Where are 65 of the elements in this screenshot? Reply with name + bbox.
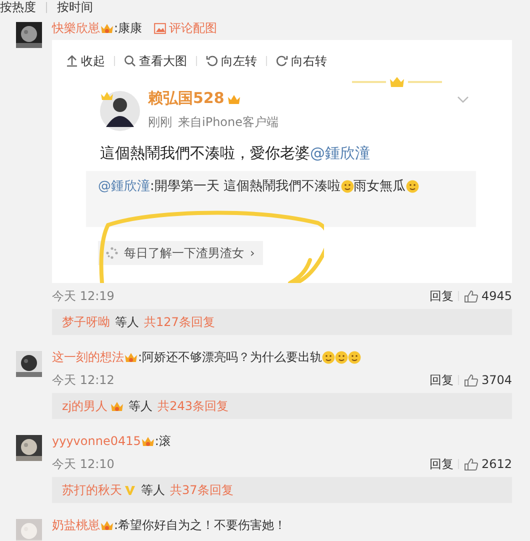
others-text: 等人	[141, 482, 165, 499]
sort-tab[interactable]: 按热度	[0, 1, 36, 13]
like-button[interactable]: 2612	[464, 455, 512, 473]
crown-badge-icon	[140, 435, 155, 447]
comment-text: :康康	[114, 20, 142, 37]
toolbar-button[interactable]: 收起	[62, 50, 109, 72]
mention-link[interactable]: @鍾欣潼	[310, 142, 370, 164]
crown-decoration-icon	[352, 76, 442, 88]
mention-link[interactable]: @鍾欣潼	[98, 176, 150, 196]
image-link[interactable]: 评论配图	[169, 19, 218, 37]
emoji-icon	[335, 350, 348, 364]
reply-count-link[interactable]: 共243条回复	[158, 397, 229, 415]
like-button[interactable]: 3704	[464, 371, 512, 389]
rotate-right-icon	[276, 55, 288, 67]
username-link[interactable]: yyyvonne0415	[52, 432, 141, 450]
username-link[interactable]: 苏打的秋天	[62, 481, 122, 499]
search-icon	[124, 55, 136, 67]
emoji-icon	[406, 180, 419, 193]
comment-time: 今天 12:19	[52, 288, 114, 305]
image-icon	[154, 22, 166, 34]
emoji-icon	[348, 350, 362, 364]
comment-text: 這個熱鬧我們不湊啦，愛你老婆	[100, 143, 310, 164]
crown-badge-icon	[227, 92, 242, 104]
thumbs-up-icon	[464, 458, 478, 470]
reply-link[interactable]: 回复	[429, 455, 454, 473]
link-card[interactable]: 每日了解一下渣男渣女 ›	[98, 240, 263, 264]
upload-arrow-icon	[66, 55, 78, 67]
comment-time: 今天 12:10	[52, 456, 114, 473]
sort-tab[interactable]: 按时间	[57, 1, 93, 13]
others-text: 等人	[115, 314, 139, 331]
emoji-icon	[322, 350, 336, 364]
post-time: 刚刚	[148, 114, 172, 131]
username-link[interactable]: 奶盐桃崽	[52, 516, 100, 534]
emoji-icon	[340, 180, 354, 193]
spinner-icon	[106, 246, 118, 258]
comment-time: 今天 12:12	[52, 372, 114, 389]
thumbs-up-icon	[464, 290, 478, 302]
comment-text: 雨女無瓜	[354, 178, 406, 196]
comment-text: :希望你好自为之！不要伤害她！	[114, 517, 286, 534]
crown-badge-icon	[124, 351, 138, 363]
reply-count-link[interactable]: 共37条回复	[170, 481, 234, 499]
post-author[interactable]: 赖弘国528	[148, 87, 224, 110]
crown-badge-icon	[110, 400, 124, 412]
post-source: 来自iPhone客户端	[178, 114, 279, 131]
toolbar-button[interactable]: 向左转	[202, 50, 261, 72]
thumbs-up-icon	[464, 374, 478, 386]
username-link[interactable]: 快樂欣崽	[52, 19, 100, 37]
crown-badge-icon	[100, 519, 114, 531]
reply-count-link[interactable]: 共127条回复	[144, 313, 215, 331]
username-link[interactable]: zj的男人	[62, 397, 108, 415]
comment-text: :滚	[154, 433, 171, 450]
comment-text: :開學第一天 這個熱鬧我們不湊啦	[150, 178, 341, 196]
crown-badge-icon	[100, 22, 114, 34]
like-button[interactable]: 4945	[464, 287, 512, 305]
reply-link[interactable]: 回复	[429, 371, 454, 389]
v-badge-icon	[124, 484, 136, 496]
others-text: 等人	[128, 398, 153, 415]
toolbar-button[interactable]: 向右转	[272, 50, 331, 72]
comment-text: :阿娇还不够漂亮吗？为什么要出轨	[138, 349, 322, 366]
rotate-left-icon	[206, 55, 218, 67]
toolbar-button[interactable]: 查看大图	[120, 50, 191, 72]
reply-link[interactable]: 回复	[429, 287, 454, 305]
username-link[interactable]: 这一刻的想法	[52, 348, 124, 366]
username-link[interactable]: 梦子呀呦	[62, 313, 110, 331]
chevron-icon[interactable]	[457, 96, 469, 104]
